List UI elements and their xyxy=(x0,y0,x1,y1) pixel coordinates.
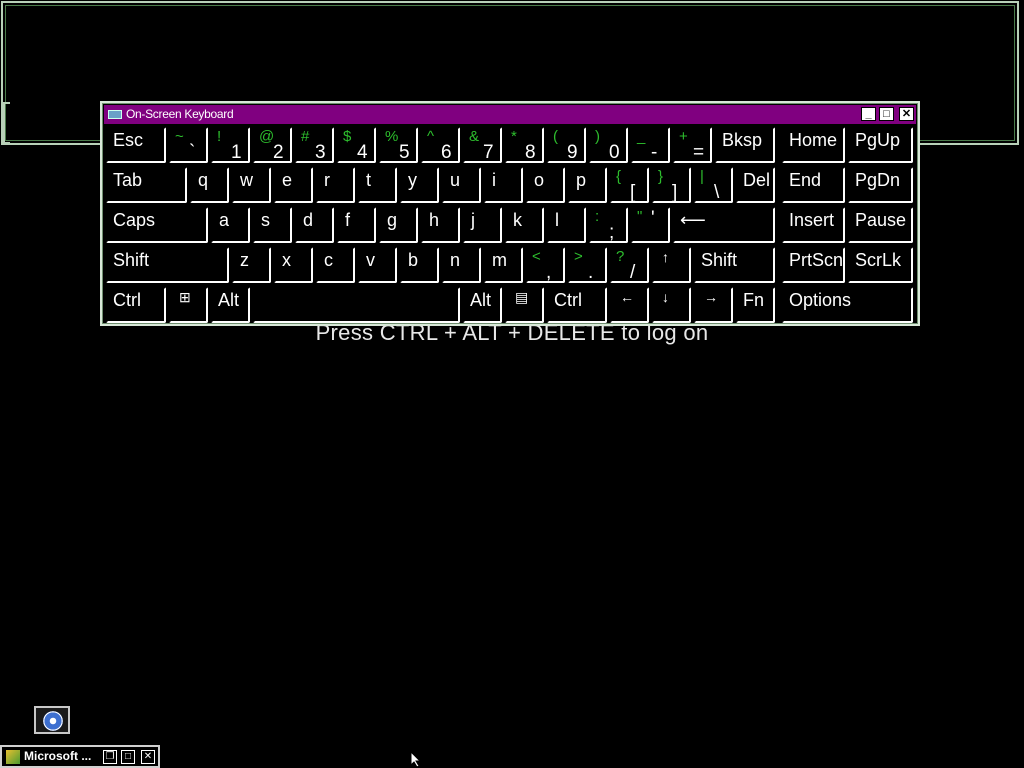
key-scrlk[interactable]: ScrLk xyxy=(848,247,913,283)
key-left-shift[interactable]: Shift xyxy=(106,247,229,283)
key-w[interactable]: w xyxy=(232,167,271,203)
key-enter[interactable]: ⟵ xyxy=(673,207,775,243)
ease-of-access-button[interactable] xyxy=(34,706,70,734)
key-e[interactable]: e xyxy=(274,167,313,203)
key-u[interactable]: u xyxy=(442,167,481,203)
key-quote[interactable]: " ' xyxy=(631,207,670,243)
key-fn[interactable]: Fn xyxy=(736,287,775,323)
key-c[interactable]: c xyxy=(316,247,355,283)
key-left-alt[interactable]: Alt xyxy=(211,287,250,323)
key-esc[interactable]: Esc xyxy=(106,127,166,163)
key-a[interactable]: a xyxy=(211,207,250,243)
key-f[interactable]: f xyxy=(337,207,376,243)
key-p[interactable]: p xyxy=(568,167,607,203)
key-equals[interactable]: + = xyxy=(673,127,712,163)
key-pause[interactable]: Pause xyxy=(848,207,913,243)
key-s[interactable]: s xyxy=(253,207,292,243)
key-i[interactable]: i xyxy=(484,167,523,203)
key-1[interactable]: ! 1 xyxy=(211,127,250,163)
key-right-shift[interactable]: Shift xyxy=(694,247,775,283)
key-l[interactable]: l xyxy=(547,207,586,243)
windows-logo-icon: ⊞ xyxy=(179,289,191,305)
key-backtick[interactable]: ~ ` xyxy=(169,127,208,163)
key-up-arrow[interactable]: ↑ xyxy=(652,247,691,283)
key-g[interactable]: g xyxy=(379,207,418,243)
key-minus[interactable]: _ - xyxy=(631,127,670,163)
key-v[interactable]: v xyxy=(358,247,397,283)
key-insert[interactable]: Insert xyxy=(782,207,845,243)
taskbar-restore-button[interactable]: ❐ xyxy=(103,750,117,764)
key-windows[interactable]: ⊞ xyxy=(169,287,208,323)
app-icon xyxy=(6,750,20,764)
title-bar[interactable]: On-Screen Keyboard _ □ ✕ xyxy=(104,105,916,124)
key-x[interactable]: x xyxy=(274,247,313,283)
key-del[interactable]: Del xyxy=(736,167,775,203)
key-menu[interactable]: ▤ xyxy=(505,287,544,323)
ease-of-access-icon xyxy=(43,711,63,731)
key-t[interactable]: t xyxy=(358,167,397,203)
key-2[interactable]: @2 xyxy=(253,127,292,163)
key-j[interactable]: j xyxy=(463,207,502,243)
mouse-cursor-icon xyxy=(410,751,422,768)
key-q[interactable]: q xyxy=(190,167,229,203)
minimize-button[interactable]: _ xyxy=(861,107,876,121)
key-space[interactable] xyxy=(253,287,460,323)
key-right-arrow[interactable]: → xyxy=(694,287,733,323)
key-slash[interactable]: ? / xyxy=(610,247,649,283)
key-comma[interactable]: <, xyxy=(526,247,565,283)
key-options[interactable]: Options xyxy=(782,287,913,323)
taskbar-maximize-button[interactable]: □ xyxy=(121,750,135,764)
key-right-bracket[interactable]: }] xyxy=(652,167,691,203)
key-left-arrow[interactable]: ← xyxy=(610,287,649,323)
key-n[interactable]: n xyxy=(442,247,481,283)
key-period[interactable]: >. xyxy=(568,247,607,283)
key-prtscn[interactable]: PrtScn xyxy=(782,247,845,283)
key-backslash[interactable]: | \ xyxy=(694,167,733,203)
key-home[interactable]: Home xyxy=(782,127,845,163)
key-9[interactable]: (9 xyxy=(547,127,586,163)
keyboard-icon xyxy=(108,110,122,119)
key-3[interactable]: #3 xyxy=(295,127,334,163)
key-k[interactable]: k xyxy=(505,207,544,243)
key-left-ctrl[interactable]: Ctrl xyxy=(106,287,166,323)
close-button[interactable]: ✕ xyxy=(899,107,914,121)
key-h[interactable]: h xyxy=(421,207,460,243)
key-caps[interactable]: Caps xyxy=(106,207,208,243)
key-left-bracket[interactable]: {[ xyxy=(610,167,649,203)
key-5[interactable]: % 5 xyxy=(379,127,418,163)
menu-icon: ▤ xyxy=(515,289,529,305)
key-y[interactable]: y xyxy=(400,167,439,203)
taskbar-button[interactable]: Microsoft ... ❐ □ ✕ xyxy=(0,745,160,768)
maximize-button[interactable]: □ xyxy=(879,107,894,121)
taskbar-close-button[interactable]: ✕ xyxy=(141,750,155,764)
key-down-arrow[interactable]: ↓ xyxy=(652,287,691,323)
key-r[interactable]: r xyxy=(316,167,355,203)
key-z[interactable]: z xyxy=(232,247,271,283)
key-end[interactable]: End xyxy=(782,167,845,203)
on-screen-keyboard-window: On-Screen Keyboard _ □ ✕ Esc ~ ` ! 1 @2 #3… xyxy=(100,101,920,326)
key-pgdn[interactable]: PgDn xyxy=(848,167,913,203)
key-6[interactable]: ^ 6 xyxy=(421,127,460,163)
key-backspace[interactable]: Bksp xyxy=(715,127,775,163)
key-right-ctrl[interactable]: Ctrl xyxy=(547,287,607,323)
taskbar-button-label: Microsoft ... xyxy=(24,749,92,763)
key-d[interactable]: d xyxy=(295,207,334,243)
key-m[interactable]: m xyxy=(484,247,523,283)
key-pgup[interactable]: PgUp xyxy=(848,127,913,163)
key-semicolon[interactable]: :; xyxy=(589,207,628,243)
key-o[interactable]: o xyxy=(526,167,565,203)
key-right-alt[interactable]: Alt xyxy=(463,287,502,323)
key-tab[interactable]: Tab xyxy=(106,167,187,203)
key-4[interactable]: $4 xyxy=(337,127,376,163)
key-7[interactable]: & 7 xyxy=(463,127,502,163)
key-0[interactable]: ) 0 xyxy=(589,127,628,163)
window-title: On-Screen Keyboard xyxy=(126,107,234,121)
key-b[interactable]: b xyxy=(400,247,439,283)
background-window-edge xyxy=(3,102,10,144)
key-8[interactable]: * 8 xyxy=(505,127,544,163)
